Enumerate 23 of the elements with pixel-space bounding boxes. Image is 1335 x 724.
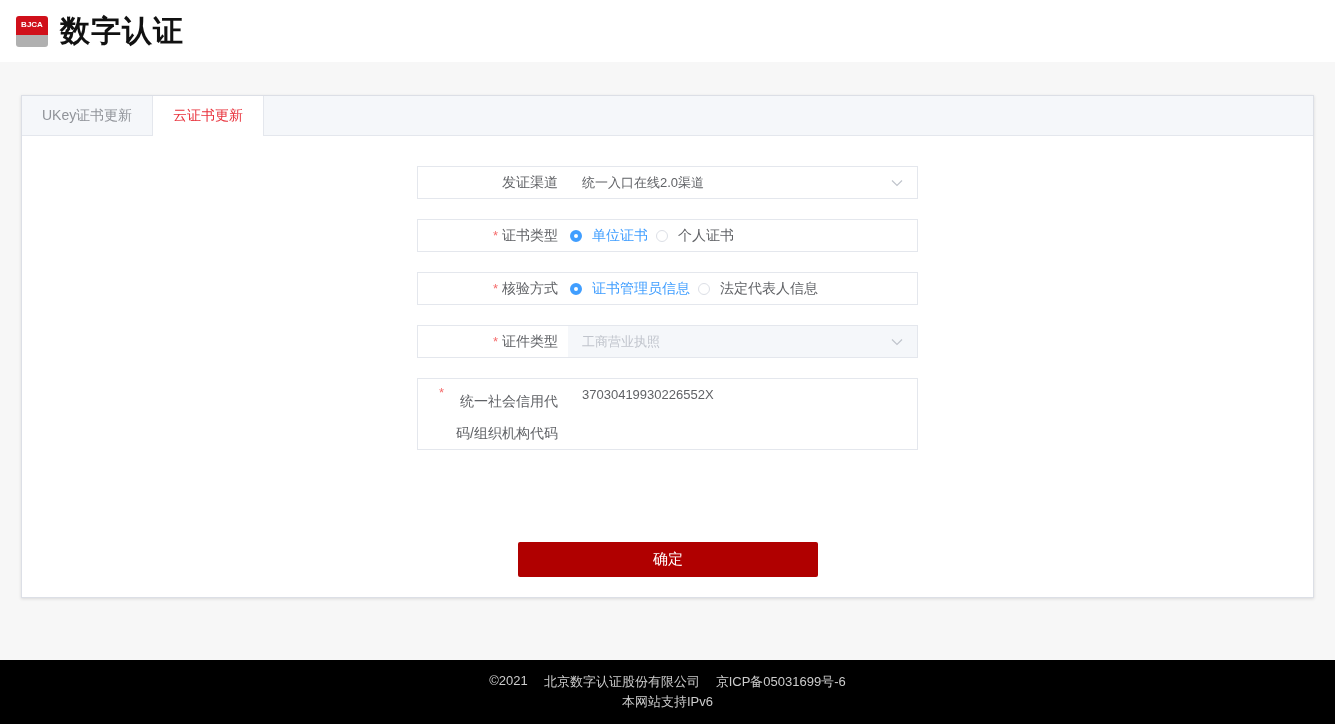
footer-text: 京ICP备05031699号-6 [715,673,846,691]
required-asterisk: * [492,228,498,243]
chevron-down-icon [891,337,903,346]
required-asterisk: * [492,334,498,349]
required-asterisk: * [438,385,444,400]
radio-option[interactable]: 法定代表人信息 [698,279,818,298]
chevron-down-icon [891,178,903,187]
field-label: 证书类型 [502,226,558,245]
field-label: 证件类型 [502,332,558,351]
field-label: 核验方式 [502,279,558,298]
footer-text: 北京数字认证股份有限公司 [543,673,700,691]
field-label: 发证渠道 [502,173,558,192]
select-field[interactable]: 统一入口在线2.0渠道 [568,167,917,198]
input-field[interactable]: 37030419930226552X [568,379,728,410]
tab[interactable]: 云证书更新 [153,96,265,136]
confirm-button[interactable]: 确定 [517,542,818,577]
field-label: 统一社会信用代码/组织机构代码 [455,392,558,443]
footer-text: 本网站支持IPv6 [622,693,713,711]
required-asterisk: * [492,281,498,296]
logo-text: 数字认证 [60,12,184,49]
radio-option[interactable]: 个人证书 [656,226,734,245]
footer-text: ©2021 [489,673,528,690]
logo-badge: BJCA [16,15,48,47]
